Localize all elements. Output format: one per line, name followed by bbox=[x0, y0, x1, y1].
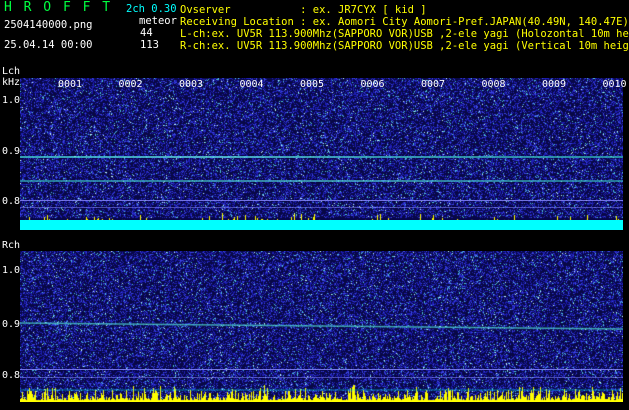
lch-gridline bbox=[20, 200, 623, 201]
location-line: Receiving Location : ex. Aomori City Aom… bbox=[180, 16, 629, 28]
minute-label: 0010 bbox=[602, 79, 627, 90]
lch-gridline bbox=[20, 207, 623, 208]
lch-tick-0-9: 0.9 bbox=[2, 146, 21, 157]
rch-label: Rch bbox=[2, 240, 21, 251]
rch-tick-0-9: 0.9 bbox=[2, 319, 21, 330]
filename-label: 2504140000.png bbox=[4, 19, 93, 31]
lch-tick-1-0: 1.0 bbox=[2, 95, 21, 106]
lch-signal-trace-1 bbox=[20, 156, 623, 158]
lch-spectrogram bbox=[20, 78, 623, 230]
minute-label: 0002 bbox=[118, 79, 143, 90]
lch-meteor-band bbox=[20, 220, 623, 230]
lch-tick-0-8: 0.8 bbox=[2, 196, 21, 207]
rch-tick-0-8: 0.8 bbox=[2, 370, 21, 381]
minute-label: 0009 bbox=[542, 79, 567, 90]
minute-label: 0006 bbox=[360, 79, 385, 90]
version-label: 2ch 0.30 bbox=[126, 3, 177, 15]
lch-label: Lch bbox=[2, 66, 21, 77]
app-title: H R O F F T bbox=[4, 0, 113, 15]
rch-receiver-line: R-ch:ex. UV5R 113.900Mhz(SAPPORO VOR)USB… bbox=[180, 40, 629, 52]
datetime-label: 25.04.14 00:00 bbox=[4, 39, 93, 51]
rch-tick-1-0: 1.0 bbox=[2, 265, 21, 276]
rch-gridline bbox=[20, 369, 623, 370]
count-rch: 113 bbox=[140, 39, 159, 51]
count-lch: 44 bbox=[140, 27, 153, 39]
minute-label: 0008 bbox=[481, 79, 506, 90]
minute-label: 0007 bbox=[421, 79, 446, 90]
rch-spectrogram bbox=[20, 251, 623, 402]
rch-gridline bbox=[20, 377, 623, 378]
lch-unit: kHz bbox=[2, 77, 21, 88]
observer-line: Ovserver : ex. JR7CYX [ kid ] bbox=[180, 4, 427, 16]
minute-label: 0003 bbox=[179, 79, 204, 90]
minute-label: 0004 bbox=[239, 79, 264, 90]
minute-label: 0005 bbox=[300, 79, 325, 90]
lch-signal-trace-2 bbox=[20, 180, 623, 182]
minute-label: 0001 bbox=[58, 79, 83, 90]
lch-receiver-line: L-ch:ex. UV5R 113.900Mhz(SAPPORO VOR)USB… bbox=[180, 28, 629, 40]
category-label: meteor bbox=[139, 15, 177, 27]
